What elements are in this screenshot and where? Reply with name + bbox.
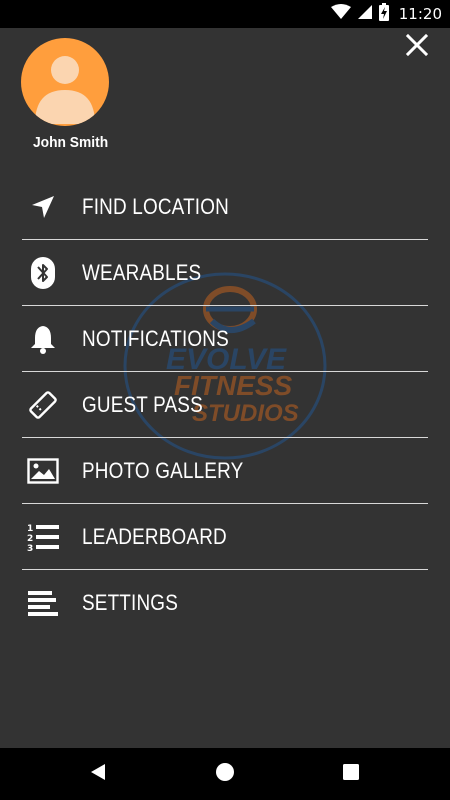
back-button[interactable]: [68, 748, 128, 800]
menu-lines-icon: [26, 586, 60, 620]
user-name: John Smith: [33, 134, 109, 151]
menu-item-label: FIND LOCATION: [82, 193, 229, 219]
status-icons: 11:20: [330, 0, 442, 28]
svg-text:3: 3: [27, 544, 33, 552]
menu-item-notifications[interactable]: NOTIFICATIONS: [22, 306, 428, 372]
drawer-menu: FIND LOCATION WEARABLES NOTIFICATIONS GU…: [22, 174, 428, 635]
menu-item-find-location[interactable]: FIND LOCATION: [22, 174, 428, 240]
image-icon: [26, 454, 60, 488]
back-icon: [89, 763, 107, 786]
ticket-icon: [26, 388, 60, 422]
svg-text:1: 1: [27, 524, 33, 534]
bell-icon: [26, 322, 60, 356]
battery-charging-icon: [378, 2, 389, 26]
status-time: 11:20: [398, 5, 442, 23]
menu-item-wearables[interactable]: WEARABLES: [22, 240, 428, 306]
menu-item-label: SETTINGS: [82, 589, 178, 615]
status-bar: 11:20: [0, 0, 450, 28]
recents-icon: [342, 763, 360, 786]
navigation-arrow-icon: [26, 190, 60, 224]
close-icon: [405, 33, 429, 62]
system-navigation-bar: [0, 748, 450, 800]
default-avatar-icon: [21, 56, 109, 126]
menu-item-label: WEARABLES: [82, 259, 202, 285]
menu-item-leaderboard[interactable]: 1 2 3 LEADERBOARD: [22, 504, 428, 570]
svg-text:2: 2: [27, 534, 33, 544]
wifi-icon: [330, 3, 351, 25]
menu-item-settings[interactable]: SETTINGS: [22, 570, 428, 635]
navigation-drawer-screen: 11:20 John Smith EVOLVE FITNESS STUDIOS …: [0, 0, 450, 800]
avatar[interactable]: [21, 38, 109, 126]
cell-signal-icon: [357, 4, 373, 25]
menu-item-guest-pass[interactable]: GUEST PASS: [22, 372, 428, 438]
numbered-list-icon: 1 2 3: [26, 520, 60, 554]
recents-button[interactable]: [321, 748, 381, 800]
menu-item-label: LEADERBOARD: [82, 523, 227, 549]
home-button[interactable]: [195, 748, 255, 800]
close-drawer-button[interactable]: [402, 32, 432, 62]
menu-item-label: NOTIFICATIONS: [82, 325, 229, 351]
home-icon: [215, 762, 235, 787]
menu-item-label: GUEST PASS: [82, 391, 203, 417]
menu-item-photo-gallery[interactable]: PHOTO GALLERY: [22, 438, 428, 504]
bluetooth-icon: [26, 256, 60, 290]
menu-item-label: PHOTO GALLERY: [82, 457, 244, 483]
